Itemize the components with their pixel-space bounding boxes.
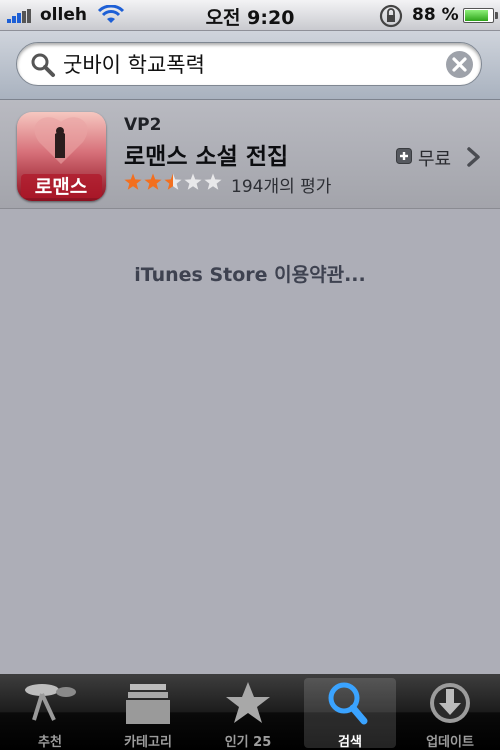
tab-search[interactable]: 검색 <box>304 678 396 750</box>
app-seller: VP2 <box>124 115 162 135</box>
tab-updates[interactable]: 업데이트 <box>404 678 496 750</box>
close-icon <box>452 57 467 72</box>
search-icon <box>328 682 368 725</box>
rotation-lock-icon <box>378 4 404 32</box>
app-title: 로맨스 소설 전집 <box>124 144 289 170</box>
top25-star-icon <box>226 682 270 723</box>
battery-icon <box>463 8 498 23</box>
search-field[interactable] <box>16 42 482 86</box>
star-icon <box>124 173 142 190</box>
star-icon <box>204 173 222 190</box>
tab-categories[interactable]: 카테고리 <box>102 678 194 750</box>
chevron-right-icon[interactable] <box>466 146 482 172</box>
tab-bar: 추천 카테고리 인기 25 검색 업데이트 <box>0 674 500 750</box>
status-bar: olleh 오전 9:20 88 % <box>0 0 500 31</box>
rating-stars <box>124 173 222 190</box>
search-input[interactable] <box>63 49 443 79</box>
tab-label: 추천 <box>38 735 62 750</box>
star-icon <box>144 173 162 190</box>
terms-link[interactable]: iTunes Store 이용약관... <box>0 260 500 287</box>
app-icon[interactable]: 로맨스 <box>17 112 106 201</box>
plus-icon[interactable] <box>396 148 412 168</box>
updates-icon <box>430 683 470 723</box>
magnifier-icon <box>30 52 56 82</box>
tab-label: 업데이트 <box>426 735 474 750</box>
categories-icon <box>126 684 170 724</box>
price-button[interactable]: 무료 <box>418 145 451 171</box>
battery-percent: 88 % <box>412 5 459 25</box>
tab-top25[interactable]: 인기 25 <box>202 678 294 750</box>
tab-label: 검색 <box>338 735 362 750</box>
star-icon <box>184 173 202 190</box>
search-bar <box>0 31 500 100</box>
rating-count: 194개의 평가 <box>231 177 332 197</box>
tab-featured[interactable]: 추천 <box>4 678 96 750</box>
star-icon <box>164 173 182 190</box>
app-icon-text: 로맨스 <box>35 176 87 198</box>
featured-icon <box>25 684 76 721</box>
clear-search-button[interactable] <box>446 51 473 78</box>
tab-label: 카테고리 <box>124 735 172 750</box>
tab-label: 인기 25 <box>224 735 272 750</box>
